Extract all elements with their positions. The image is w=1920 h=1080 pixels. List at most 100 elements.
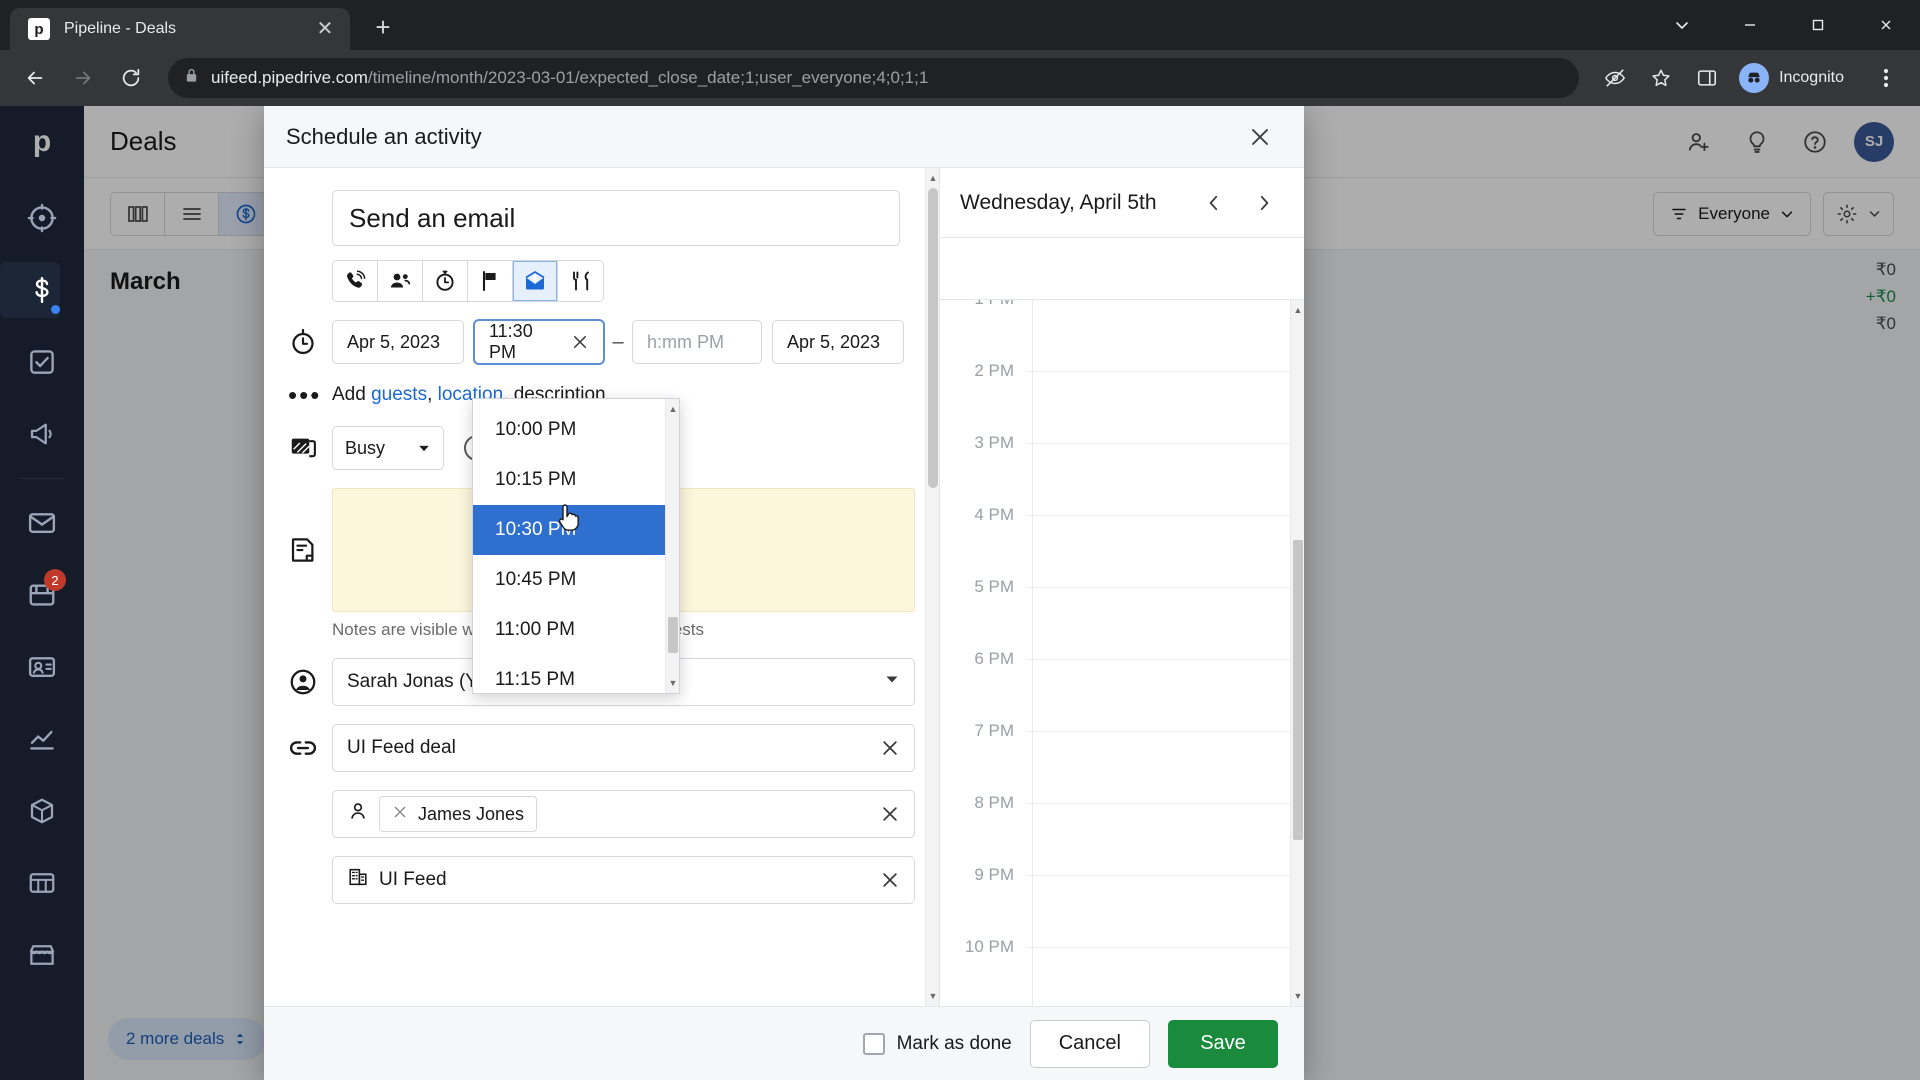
- form-scroll-up-icon[interactable]: ▲: [926, 170, 939, 186]
- url-path: /timeline/month/2023-03-01/expected_clos…: [367, 68, 929, 87]
- deals-status-dot: [51, 305, 60, 314]
- add-comma: ,: [427, 384, 438, 405]
- hide-third-party-cookies-icon[interactable]: [1595, 58, 1635, 98]
- owner-avatar-icon: [288, 667, 332, 697]
- side-panel-icon[interactable]: [1687, 58, 1727, 98]
- time-scroll-up-icon[interactable]: ▲: [666, 401, 679, 417]
- time-option-hovered[interactable]: 10:30 PM: [473, 505, 665, 555]
- remove-person-icon[interactable]: [392, 804, 408, 825]
- calendar-hour-label: 6 PM: [940, 649, 1026, 669]
- time-scroll-down-icon[interactable]: ▼: [666, 675, 679, 691]
- activity-type-email-icon[interactable]: [513, 261, 558, 301]
- chrome-menu-icon[interactable]: [1866, 58, 1906, 98]
- time-option[interactable]: 10:15 PM: [479, 455, 659, 505]
- time-range-separator: –: [612, 330, 624, 353]
- activity-type-call-icon[interactable]: [333, 261, 378, 301]
- tab-search-chevron-down-icon[interactable]: [1648, 0, 1716, 50]
- save-button[interactable]: Save: [1168, 1019, 1278, 1068]
- activity-type-switcher: [332, 260, 604, 302]
- back-button-icon[interactable]: [14, 57, 56, 99]
- address-bar[interactable]: uifeed.pipedrive.com/timeline/month/2023…: [168, 58, 1580, 98]
- start-date-input[interactable]: Apr 5, 2023: [332, 320, 464, 364]
- calendar-hour-grid[interactable]: 1 PM 2 PM 3 PM 4 PM 5 PM 6 PM 7 PM 8 PM …: [940, 300, 1304, 1006]
- organization-input[interactable]: UI Feed: [332, 856, 915, 904]
- browser-toolbar: uifeed.pipedrive.com/timeline/month/2023…: [0, 50, 1920, 106]
- time-option[interactable]: 10:00 PM: [479, 405, 659, 455]
- organization-icon: [347, 866, 369, 894]
- clear-organization-icon[interactable]: [880, 870, 900, 890]
- incognito-label: Incognito: [1779, 69, 1844, 86]
- link-guests[interactable]: guests: [371, 384, 427, 405]
- availability-select[interactable]: Busy: [332, 426, 444, 470]
- clock-icon: [288, 327, 332, 357]
- mark-as-done-checkbox[interactable]: [862, 1032, 885, 1055]
- calendar-hour-label: 10 PM: [940, 937, 1026, 957]
- time-options-dropdown[interactable]: 10:00 PM 10:15 PM 10:30 PM 10:45 PM 11:0…: [472, 398, 680, 694]
- time-option[interactable]: 11:15 PM: [479, 655, 659, 693]
- end-date-input[interactable]: Apr 5, 2023: [772, 320, 904, 364]
- url-text: uifeed.pipedrive.com/timeline/month/2023…: [211, 68, 1563, 88]
- modal-close-icon[interactable]: [1238, 115, 1282, 159]
- start-time-value: 11:30 PM: [489, 321, 533, 362]
- calendar-scrollbar[interactable]: ▲ ▼: [1290, 300, 1304, 1006]
- bookmark-star-icon[interactable]: [1641, 58, 1681, 98]
- calendar-preview-pane: Wednesday, April 5th 1: [940, 168, 1304, 1006]
- form-scroll-down-icon[interactable]: ▼: [926, 988, 939, 1004]
- owner-chevron-down-icon[interactable]: [884, 671, 900, 693]
- inbox-badge: 2: [44, 569, 66, 591]
- clear-person-icon[interactable]: [880, 804, 900, 824]
- start-time-input[interactable]: 11:30 PM: [474, 320, 604, 364]
- maximize-icon[interactable]: [1784, 0, 1852, 50]
- note-icon: [288, 535, 332, 565]
- incognito-avatar-icon: [1739, 63, 1770, 93]
- link-icon: [288, 733, 332, 763]
- lock-icon: [184, 67, 199, 89]
- browser-tab[interactable]: p Pipeline - Deals ✕: [10, 8, 350, 50]
- time-option[interactable]: 11:00 PM: [479, 605, 659, 655]
- cancel-button[interactable]: Cancel: [1029, 1019, 1150, 1068]
- end-time-placeholder: h:mm PM: [647, 331, 725, 352]
- time-option[interactable]: 10:45 PM: [479, 555, 659, 605]
- person-input[interactable]: James Jones: [332, 790, 915, 838]
- tab-close-icon[interactable]: ✕: [312, 16, 338, 42]
- organization-row: UI Feed: [288, 856, 915, 904]
- calendar-allday-row[interactable]: [940, 238, 1304, 300]
- deal-row: UI Feed deal: [288, 724, 915, 772]
- pipedrive-favicon: p: [28, 18, 50, 40]
- tab-title: Pipeline - Deals: [64, 20, 177, 37]
- calendar-prev-chevron-left-icon[interactable]: [1194, 183, 1234, 223]
- deal-input[interactable]: UI Feed deal: [332, 724, 915, 772]
- person-chip[interactable]: James Jones: [379, 796, 538, 832]
- activity-type-meeting-icon[interactable]: [378, 261, 423, 301]
- activity-title-input[interactable]: Send an email: [332, 190, 900, 246]
- calendar-next-chevron-right-icon[interactable]: [1244, 183, 1284, 223]
- calendar-hour-label: 1 PM: [940, 300, 1026, 309]
- time-scroll-thumb[interactable]: [668, 617, 678, 653]
- calendar-scroll-thumb[interactable]: [1293, 540, 1303, 840]
- calendar-header: Wednesday, April 5th: [940, 168, 1304, 238]
- form-scroll-thumb[interactable]: [928, 188, 938, 488]
- time-dropdown-scrollbar[interactable]: ▲ ▼: [665, 399, 679, 693]
- activity-type-lunch-icon[interactable]: [558, 261, 603, 301]
- incognito-profile-button[interactable]: Incognito: [1733, 58, 1860, 98]
- end-time-input[interactable]: h:mm PM: [632, 320, 762, 364]
- calendar-hour-label: 9 PM: [940, 865, 1026, 885]
- mark-as-done-label: Mark as done: [896, 1032, 1012, 1054]
- clear-deal-icon[interactable]: [880, 738, 900, 758]
- new-tab-button[interactable]: +: [362, 6, 404, 48]
- person-row: James Jones: [288, 790, 915, 838]
- page-viewport: p 2 Deals SJ Everyone March ₹0 +₹0 ₹0 2 …: [0, 106, 1920, 1080]
- clear-start-time-icon[interactable]: [571, 333, 589, 351]
- activity-form-pane: Send an email Apr 5, 2023 11:30 PM – h:m…: [264, 168, 940, 1006]
- minimize-icon[interactable]: [1716, 0, 1784, 50]
- calendar-scroll-down-icon[interactable]: ▼: [1291, 988, 1304, 1004]
- more-options-icon[interactable]: •••: [288, 382, 332, 408]
- window-close-icon[interactable]: [1852, 0, 1920, 50]
- calendar-hour-label: 3 PM: [940, 433, 1026, 453]
- activity-type-task-icon[interactable]: [423, 261, 468, 301]
- activity-type-deadline-icon[interactable]: [468, 261, 513, 301]
- mark-as-done-row[interactable]: Mark as done: [862, 1032, 1012, 1055]
- reload-button-icon[interactable]: [110, 57, 152, 99]
- form-scrollbar[interactable]: ▲ ▼: [925, 168, 939, 1006]
- calendar-scroll-up-icon[interactable]: ▲: [1291, 302, 1304, 318]
